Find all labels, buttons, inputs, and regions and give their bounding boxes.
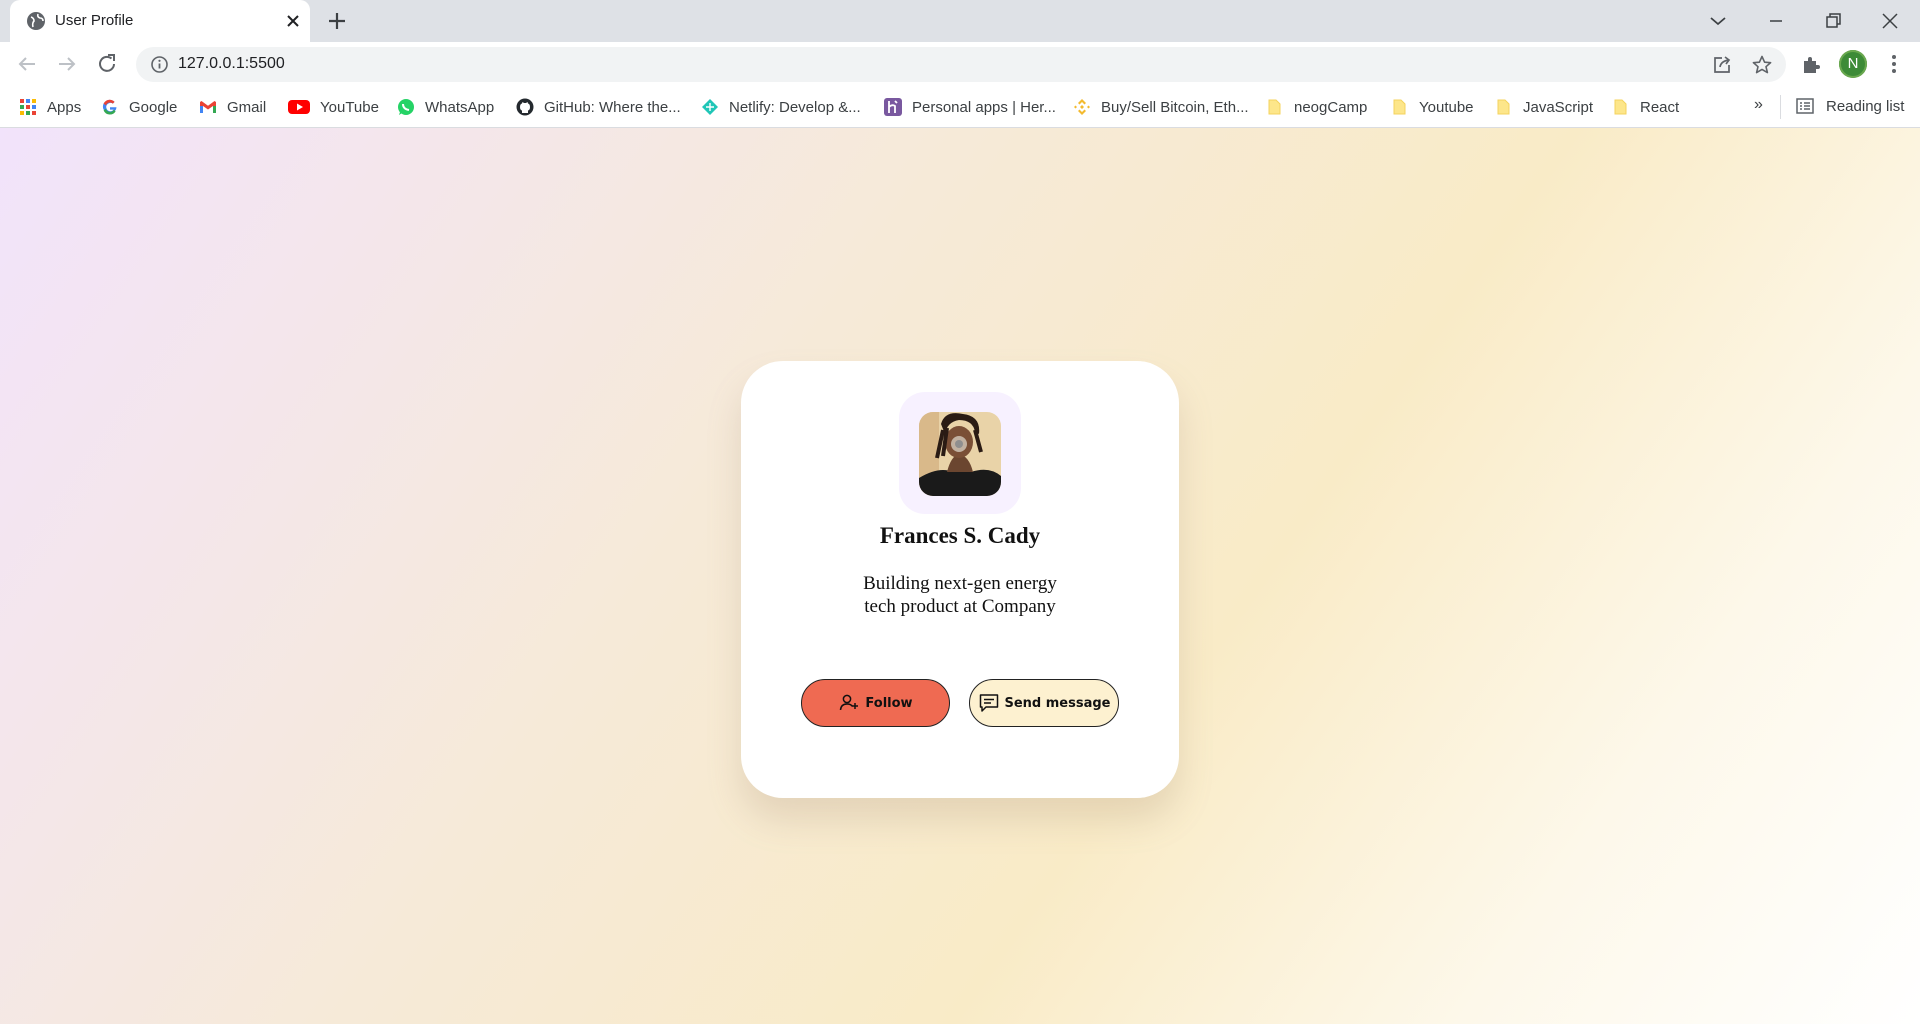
- send-message-label: Send message: [1004, 695, 1111, 711]
- close-window-icon[interactable]: [1878, 9, 1902, 33]
- folder-icon: [1614, 99, 1627, 115]
- bookmark-label: Youtube: [1419, 98, 1474, 116]
- profile-bio: Building next-gen energy tech product at…: [840, 572, 1080, 618]
- tab-title: User Profile: [55, 12, 134, 29]
- share-icon[interactable]: [1711, 54, 1733, 76]
- bookmark-heroku[interactable]: Personal apps | Her...: [884, 97, 1056, 117]
- follow-label: Follow: [865, 695, 913, 711]
- profile-photo: [919, 412, 1001, 496]
- bookmark-label: WhatsApp: [425, 98, 495, 116]
- bookmarks-bar: Apps Google Gmail YouTube WhatsApp GitHu…: [0, 87, 1920, 128]
- browser-toolbar: 127.0.0.1:5500 N: [0, 42, 1920, 87]
- new-tab-icon[interactable]: [326, 10, 348, 32]
- profile-bio-line: Building next-gen energy: [863, 573, 1057, 594]
- bookmark-gmail[interactable]: Gmail: [199, 97, 266, 117]
- netlify-icon: [702, 99, 718, 115]
- bookmark-netlify[interactable]: Netlify: Develop &...: [701, 97, 861, 117]
- gmail-icon: [200, 101, 216, 113]
- bookmarks-overflow-button[interactable]: »: [1754, 96, 1763, 114]
- address-bar[interactable]: 127.0.0.1:5500: [136, 47, 1786, 82]
- profile-card: Frances S. Cady Building next-gen energy…: [741, 361, 1179, 798]
- bookmark-label: Gmail: [227, 98, 267, 116]
- globe-icon: [27, 12, 45, 30]
- bookmark-label: Buy/Sell Bitcoin, Eth...: [1101, 98, 1249, 116]
- binance-icon: [1074, 99, 1090, 115]
- minimize-icon[interactable]: [1764, 9, 1788, 33]
- bookmark-binance[interactable]: Buy/Sell Bitcoin, Eth...: [1073, 97, 1249, 117]
- bookmark-label: Apps: [47, 98, 82, 116]
- chat-bubble-icon: [979, 694, 998, 712]
- reading-list-icon: [1796, 98, 1814, 114]
- apps-grid-icon: [20, 99, 36, 115]
- folder-icon: [1268, 99, 1281, 115]
- profile-name: Frances S. Cady: [879, 523, 1041, 548]
- extensions-puzzle-icon[interactable]: [1800, 52, 1824, 76]
- bookmark-label: React: [1640, 98, 1680, 116]
- google-icon: [102, 99, 117, 115]
- profile-photo-frame: [899, 392, 1021, 514]
- reload-icon[interactable]: [94, 51, 120, 77]
- bookmark-label: JavaScript: [1523, 98, 1594, 116]
- close-tab-icon[interactable]: [284, 12, 302, 30]
- heroku-icon: [884, 98, 902, 116]
- bookmark-star-icon[interactable]: [1751, 54, 1773, 76]
- profile-avatar[interactable]: N: [1839, 50, 1867, 78]
- bookmark-label: YouTube: [320, 98, 379, 116]
- forward-icon[interactable]: [54, 51, 80, 77]
- github-icon: [516, 98, 534, 116]
- folder-icon: [1393, 99, 1406, 115]
- bookmark-label: neogCamp: [1294, 98, 1368, 116]
- bookmarks-divider: [1780, 95, 1781, 119]
- tab-search-chevron-icon[interactable]: [1706, 9, 1730, 33]
- bookmark-label: Google: [129, 98, 178, 116]
- send-message-button[interactable]: Send message: [969, 679, 1119, 727]
- bookmark-apps[interactable]: Apps: [19, 97, 81, 117]
- bookmark-youtube[interactable]: YouTube: [288, 97, 379, 117]
- bookmark-label: GitHub: Where the...: [544, 98, 681, 116]
- bookmark-label: Netlify: Develop &...: [729, 98, 861, 116]
- restore-icon[interactable]: [1821, 9, 1845, 33]
- bookmark-folder-javascript[interactable]: JavaScript: [1495, 97, 1593, 117]
- tab-strip: User Profile: [0, 0, 1920, 42]
- bookmark-github[interactable]: GitHub: Where the...: [516, 97, 681, 117]
- site-info-icon[interactable]: [150, 55, 169, 74]
- kebab-menu-icon[interactable]: [1882, 52, 1906, 76]
- whatsapp-icon: [398, 99, 414, 115]
- profile-bio-line: tech product at Company: [864, 596, 1056, 617]
- url-text: 127.0.0.1:5500: [178, 55, 285, 72]
- bookmark-whatsapp[interactable]: WhatsApp: [397, 97, 494, 117]
- reading-list-label: Reading list: [1826, 97, 1905, 115]
- folder-icon: [1497, 99, 1510, 115]
- bookmark-folder-youtube[interactable]: Youtube: [1391, 97, 1474, 117]
- tab-user-profile[interactable]: User Profile: [10, 0, 310, 42]
- bookmark-folder-neogcamp[interactable]: neogCamp: [1266, 97, 1367, 117]
- page-background: Frances S. Cady Building next-gen energy…: [0, 128, 1920, 1024]
- bookmark-folder-react[interactable]: React: [1612, 97, 1679, 117]
- back-icon[interactable]: [14, 51, 40, 77]
- add-user-icon: [840, 694, 859, 711]
- follow-button[interactable]: Follow: [801, 679, 950, 727]
- reading-list-button[interactable]: Reading list: [1796, 97, 1904, 115]
- bookmark-label: Personal apps | Her...: [912, 98, 1056, 116]
- bookmark-google[interactable]: Google: [101, 97, 177, 117]
- youtube-icon: [288, 100, 310, 114]
